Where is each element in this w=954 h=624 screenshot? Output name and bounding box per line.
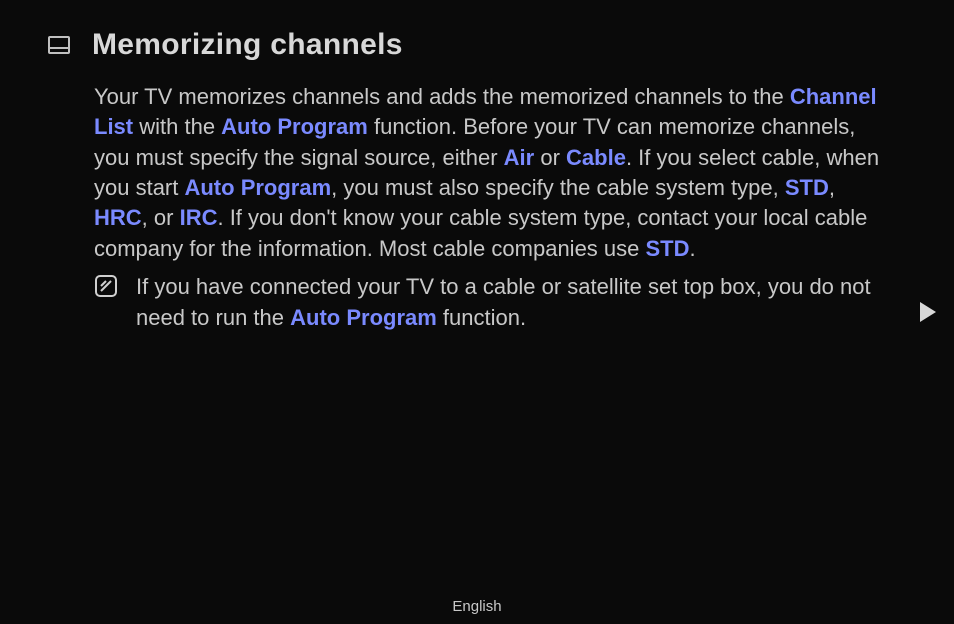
term-hrc: HRC: [94, 205, 142, 230]
text: , or: [142, 205, 180, 230]
next-arrow-icon[interactable]: [920, 302, 936, 322]
note-icon: [94, 274, 118, 298]
note-text: If you have connected your TV to a cable…: [136, 272, 894, 333]
text: or: [534, 145, 566, 170]
content-body: Your TV memorizes channels and adds the …: [0, 62, 954, 333]
term-auto-program: Auto Program: [221, 114, 368, 139]
term-auto-program: Auto Program: [290, 305, 437, 330]
page-title: Memorizing channels: [92, 28, 403, 62]
text: ,: [829, 175, 835, 200]
text: Your TV memorizes channels and adds the …: [94, 84, 790, 109]
term-air: Air: [504, 145, 535, 170]
term-std: STD: [785, 175, 829, 200]
text: with the: [133, 114, 221, 139]
text: , you must also specify the cable system…: [331, 175, 785, 200]
note-row: If you have connected your TV to a cable…: [94, 272, 894, 333]
term-std: STD: [646, 236, 690, 261]
text: function.: [437, 305, 526, 330]
book-icon: [48, 36, 70, 54]
term-cable: Cable: [566, 145, 626, 170]
term-irc: IRC: [180, 205, 218, 230]
text: .: [690, 236, 696, 261]
term-auto-program: Auto Program: [184, 175, 331, 200]
footer-language: English: [0, 598, 954, 615]
paragraph-main: Your TV memorizes channels and adds the …: [94, 82, 894, 264]
